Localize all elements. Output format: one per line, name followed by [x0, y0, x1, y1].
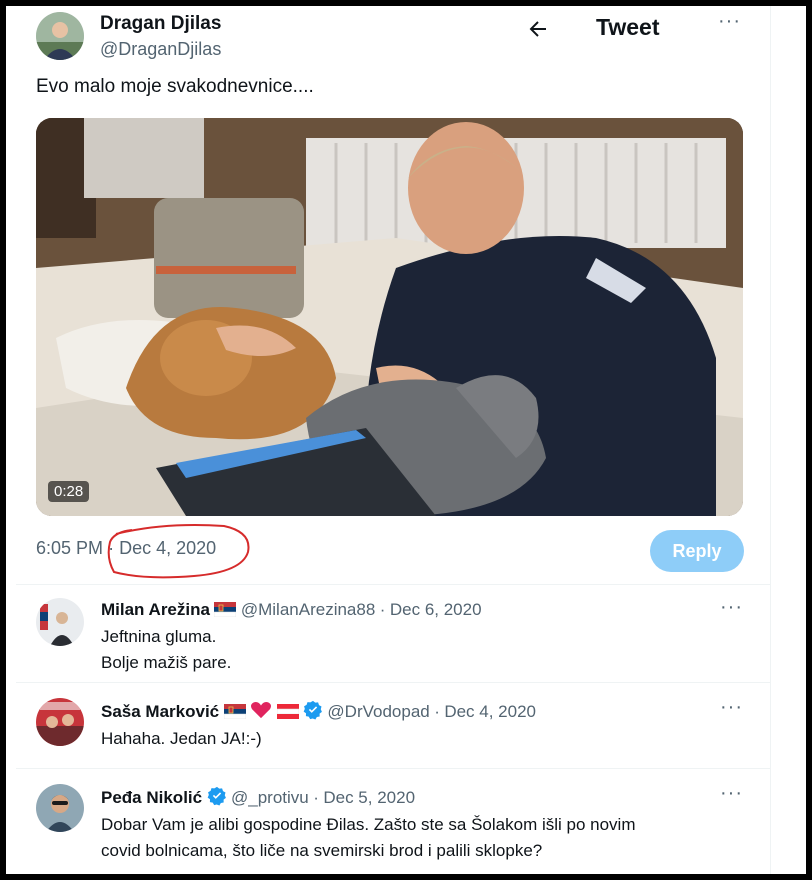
reply-text: Hahaha. Jedan JA!:-) [101, 726, 262, 752]
tweet-text: Evo malo moje svakodnevnice.... [36, 76, 314, 97]
more-dots-icon[interactable]: ··· [720, 596, 743, 619]
reply-text-line: Jeftnina gluma. [101, 627, 217, 646]
serbia-flag-icon [223, 704, 246, 719]
meta-separator: · [313, 788, 319, 807]
reply-author-handle[interactable]: @DrVodopad [327, 702, 429, 721]
reply-avatar[interactable] [36, 784, 84, 832]
verified-badge-icon [207, 786, 226, 806]
more-dots-icon[interactable]: ··· [720, 782, 743, 805]
column-divider [770, 6, 771, 874]
austria-flag-icon [276, 704, 299, 719]
video-duration: 0:28 [48, 481, 90, 502]
page-title: Tweet [596, 14, 660, 40]
reply-text-line: Dobar Vam je alibi gospodine Đilas. Zašt… [101, 815, 636, 834]
reply-header: Peđa Nikolić @_protivu · Dec 5, 2020 [101, 786, 415, 808]
red-annotation-circle [107, 524, 250, 579]
reply-avatar[interactable] [36, 698, 84, 746]
reply-author-handle[interactable]: @MilanArezina88 [241, 600, 375, 619]
author-handle[interactable]: @DraganDjilas [100, 39, 221, 60]
heart-icon [251, 702, 272, 719]
reply-text: Jeftnina gluma. Bolje mažiš pare. [101, 624, 231, 676]
divider [16, 584, 771, 585]
reply-header: Saša Marković @DrVodopad · Dec 4, 2020 [101, 700, 536, 722]
reply-date[interactable]: Dec 6, 2020 [390, 600, 482, 619]
author-name[interactable]: Dragan Djilas [100, 13, 221, 35]
verified-badge-icon [303, 700, 322, 720]
reply-text: Dobar Vam je alibi gospodine Đilas. Zašt… [101, 812, 751, 864]
reply-button[interactable]: Reply [650, 530, 744, 572]
reply-text-line: Bolje mažiš pare. [101, 653, 232, 672]
divider [16, 682, 771, 683]
reply-avatar[interactable] [36, 598, 84, 646]
video-frame [36, 118, 743, 516]
reply-author-handle[interactable]: @_protivu [231, 788, 309, 807]
reply-header: Milan Arežina @MilanArezina88 · Dec 6, 2… [101, 600, 482, 620]
author-avatar[interactable] [36, 12, 84, 60]
tweet-page: Dragan Djilas @DraganDjilas Tweet ··· Ev… [6, 6, 806, 874]
reply-author-name[interactable]: Saša Marković [101, 702, 219, 721]
serbia-flag-icon [214, 602, 237, 617]
back-arrow-icon[interactable] [526, 17, 550, 41]
meta-separator: · [434, 702, 440, 721]
more-dots-icon[interactable]: ··· [718, 10, 741, 33]
tweet-video[interactable]: 0:28 [36, 118, 743, 516]
reply-text-line: Hahaha. Jedan JA!:-) [101, 729, 262, 748]
reply-author-name[interactable]: Peđa Nikolić [101, 788, 202, 807]
reply-date[interactable]: Dec 5, 2020 [323, 788, 415, 807]
tweet-time[interactable]: 6:05 PM [36, 538, 103, 558]
divider [16, 768, 771, 769]
more-dots-icon[interactable]: ··· [720, 696, 743, 719]
reply-author-name[interactable]: Milan Arežina [101, 600, 210, 619]
reply-date[interactable]: Dec 4, 2020 [444, 702, 536, 721]
meta-separator: · [379, 600, 386, 619]
reply-text-line: covid bolnicama, što liče na svemirski b… [101, 841, 543, 860]
